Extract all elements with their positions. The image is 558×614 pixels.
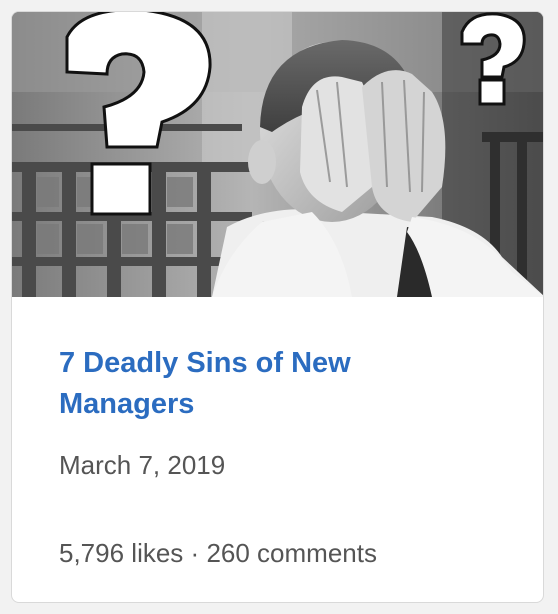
comments-count[interactable]: 260 comments [206, 538, 377, 568]
separator-dot: · [190, 538, 200, 568]
likes-count: 5,796 likes [59, 538, 184, 568]
publish-date: March 7, 2019 [59, 450, 226, 480]
engagement-stats: 5,796 likes · 260 comments [59, 537, 377, 569]
article-title-link[interactable]: 7 Deadly Sins of New Managers [59, 343, 439, 425]
article-card[interactable]: 7 Deadly Sins of New Managers March 7, 2… [11, 11, 544, 603]
article-thumbnail[interactable] [12, 12, 543, 297]
facepalm-photo [12, 12, 543, 297]
